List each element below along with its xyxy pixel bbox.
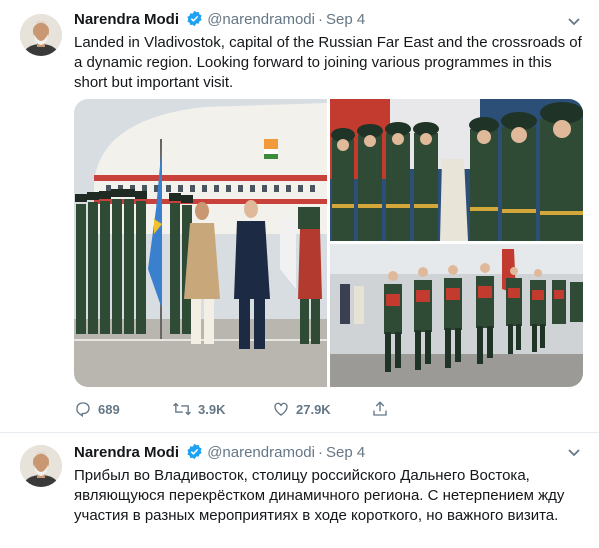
reply-button[interactable]: 689 — [74, 399, 120, 421]
like-count: 27.9K — [296, 402, 331, 417]
tweet-date[interactable]: Sep 4 — [326, 444, 365, 461]
tweet-text: Прибыл во Владивосток, столицу российско… — [74, 467, 565, 524]
author-handle[interactable]: @narendramodi — [207, 444, 315, 461]
author-name[interactable]: Narendra Modi — [74, 11, 179, 28]
tweet[interactable]: Narendra Modi @narendramodi · Sep 4 Прибыл… — [0, 433, 599, 548]
avatar[interactable] — [20, 445, 62, 487]
reply-count: 689 — [98, 402, 120, 417]
author-handle[interactable]: @narendramodi — [207, 11, 315, 28]
photo-airport-guard-of-honour[interactable] — [74, 99, 327, 387]
chevron-down-icon[interactable] — [567, 445, 581, 463]
photo-grid — [74, 99, 583, 387]
separator-dot: · — [317, 444, 323, 461]
chevron-down-icon[interactable] — [567, 14, 581, 32]
photo-soldiers-marching[interactable] — [330, 244, 583, 387]
heart-icon — [274, 402, 288, 416]
tweet-date[interactable]: Sep 4 — [326, 11, 365, 28]
verified-badge-icon — [186, 10, 203, 33]
verified-badge-icon — [186, 443, 203, 466]
tweet-text: Landed in Vladivostok, capital of the Ru… — [74, 34, 582, 91]
reply-icon — [76, 402, 90, 418]
tweet-header: Narendra Modi @narendramodi · Sep 4 — [74, 443, 365, 463]
retweet-button[interactable]: 3.9K — [172, 399, 225, 421]
tweet-header: Narendra Modi @narendramodi · Sep 4 — [74, 10, 365, 30]
retweet-count: 3.9K — [198, 402, 226, 417]
like-button[interactable]: 27.9K — [272, 399, 331, 421]
author-name[interactable]: Narendra Modi — [74, 444, 179, 461]
share-icon — [373, 401, 387, 416]
share-button[interactable] — [371, 399, 395, 421]
photo-soldiers-close-up[interactable] — [330, 99, 583, 241]
avatar[interactable] — [20, 14, 62, 56]
tweet[interactable]: Narendra Modi @narendramodi · Sep 4 Landed… — [0, 0, 599, 433]
separator-dot: · — [317, 11, 323, 28]
retweet-icon — [173, 402, 191, 416]
